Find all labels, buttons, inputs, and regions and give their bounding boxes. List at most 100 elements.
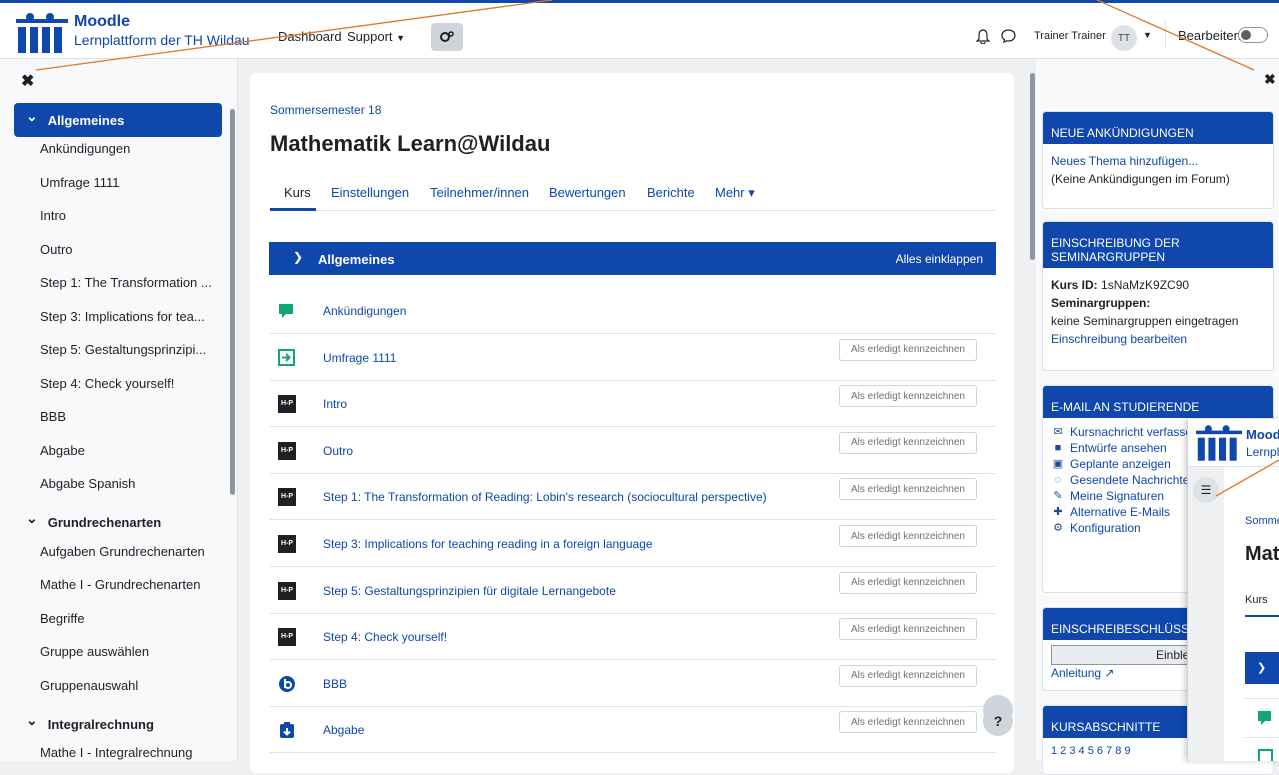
course-index-item[interactable]: Aufgaben Grundrechenarten: [40, 544, 205, 559]
chat-bubble-icon[interactable]: [1001, 29, 1016, 43]
assignment-icon[interactable]: [278, 721, 296, 739]
user-name[interactable]: Trainer Trainer: [1034, 30, 1106, 42]
nav-support[interactable]: Support ▼: [347, 29, 405, 44]
tab-teilnehmer-innen[interactable]: Teilnehmer/innen: [430, 185, 529, 200]
feedback-icon[interactable]: [278, 348, 296, 367]
breadcrumb[interactable]: Sommersemester 18: [1245, 515, 1279, 527]
h5p-icon[interactable]: H-P: [278, 535, 296, 553]
course-index-item[interactable]: BBB: [40, 409, 66, 424]
activity-link[interactable]: Outro: [323, 444, 353, 458]
course-index-item[interactable]: Step 3: Implications for tea...: [40, 309, 205, 324]
h5p-icon[interactable]: H-P: [278, 581, 296, 600]
bigbluebutton-icon[interactable]: [278, 675, 296, 693]
course-index-item[interactable]: Ankündigungen: [40, 141, 130, 156]
activity-link[interactable]: Umfrage 1111: [323, 351, 396, 365]
course-index-item[interactable]: Step 5: Gestaltungsprinzipi...: [40, 342, 206, 357]
bell-icon[interactable]: [976, 29, 990, 44]
course-index-item[interactable]: Step 4: Check yourself!: [40, 376, 174, 391]
activity-link[interactable]: Step 5: Gestaltungsprinzipien für digita…: [323, 584, 616, 598]
h5p-icon[interactable]: H-P: [278, 628, 296, 647]
add-topic-link[interactable]: Neues Thema hinzufügen...: [1051, 152, 1265, 170]
mark-done-button[interactable]: Als erledigt kennzeichnen: [839, 338, 977, 361]
close-drawer-icon[interactable]: ✖: [1264, 71, 1276, 88]
chevron-down-icon[interactable]: ⌄: [26, 108, 38, 125]
section-header[interactable]: ❯ Allgemeines Alles einklappen: [269, 242, 996, 275]
collapse-all-link[interactable]: Alles einklappen: [896, 252, 983, 266]
course-index-item[interactable]: Umfrage 1111: [40, 175, 120, 190]
tab-mehr[interactable]: Mehr ▾: [715, 185, 755, 201]
tab-bewertungen[interactable]: Bewertungen: [549, 185, 626, 200]
section-label: Integralrechnung: [47, 716, 154, 732]
course-index-section[interactable]: ⌄ Allgemeines: [14, 103, 222, 137]
h5p-icon[interactable]: H-P: [278, 488, 296, 507]
course-id-label: Kurs ID:: [1051, 278, 1098, 292]
tab-kurs[interactable]: Kurs: [284, 185, 311, 200]
instructions-link[interactable]: Anleitung: [1051, 666, 1101, 680]
activity-link[interactable]: Abgabe: [323, 723, 364, 737]
activity-link[interactable]: Ankündigungen: [323, 304, 406, 318]
user-avatar[interactable]: TT: [1111, 25, 1137, 51]
tab-kurs[interactable]: Kurs: [1245, 594, 1268, 606]
breadcrumb[interactable]: Sommersemester 18: [270, 103, 381, 117]
mark-done-button[interactable]: Als erledigt kennzeichnen: [839, 478, 977, 501]
course-index-item[interactable]: Abgabe Spanish: [40, 476, 135, 491]
nav-dashboard[interactable]: Dashboard: [278, 29, 342, 44]
email-link-label: Geplante anzeigen: [1070, 457, 1171, 471]
edit-mode-label: Bearbeiten: [1178, 28, 1241, 43]
h5p-icon[interactable]: H-P: [278, 441, 296, 460]
list-icon: ☰: [1200, 483, 1212, 497]
activity-link[interactable]: Step 3: Implications for teaching readin…: [323, 537, 653, 551]
activity-link[interactable]: Step 1: The Transformation of Reading: L…: [323, 490, 767, 504]
admin-gear-button[interactable]: [431, 23, 463, 51]
chevron-down-icon[interactable]: ⌄: [26, 510, 38, 527]
chevron-down-icon[interactable]: ▼: [1143, 30, 1152, 40]
email-link-label: Entwürfe ansehen: [1070, 441, 1167, 455]
brand-subtitle: Lernplattform: [1246, 445, 1279, 459]
course-index-item[interactable]: Mathe I - Grundrechenarten: [40, 577, 200, 592]
chevron-down-icon[interactable]: ❯: [293, 250, 303, 264]
activity-link[interactable]: Intro: [323, 397, 347, 411]
section-title[interactable]: Allgemeines: [318, 252, 395, 267]
scrollbar[interactable]: [230, 109, 235, 495]
course-index-item[interactable]: Gruppe auswählen: [40, 644, 149, 659]
mark-done-button[interactable]: Als erledigt kennzeichnen: [839, 385, 977, 408]
activity-link[interactable]: Step 4: Check yourself!: [323, 630, 447, 644]
course-index-section[interactable]: ⌄ Grundrechenarten: [14, 506, 222, 540]
course-index-item[interactable]: Gruppenauswahl: [40, 678, 138, 693]
help-button[interactable]: ?: [983, 706, 1013, 736]
tab-berichte[interactable]: Berichte: [647, 185, 695, 200]
mark-done-button[interactable]: Als erledigt kennzeichnen: [839, 711, 977, 734]
course-index-item[interactable]: Step 1: The Transformation ...: [40, 275, 212, 290]
activity-row: H-P Step 5: Gestaltungsprinzipien für dig…: [270, 568, 996, 614]
mark-done-button[interactable]: Als erledigt kennzeichnen: [839, 664, 977, 687]
mark-done-button[interactable]: Als erledigt kennzeichnen: [839, 525, 977, 547]
mark-done-button[interactable]: Als erledigt kennzeichnen: [839, 431, 977, 454]
th-wildau-logo[interactable]: [16, 13, 68, 53]
course-index-item[interactable]: Outro: [40, 242, 73, 257]
tab-einstellungen[interactable]: Einstellungen: [331, 185, 409, 200]
gears-icon: [440, 31, 454, 42]
course-id-value: 1sNaMzK9ZC90: [1101, 278, 1190, 292]
scrollbar[interactable]: [1030, 73, 1035, 260]
course-index-item[interactable]: Abgabe: [40, 443, 85, 458]
course-index-item[interactable]: Begriffe: [40, 611, 85, 626]
edit-mode-toggle[interactable]: [1238, 27, 1268, 43]
brand-subtitle[interactable]: Lernplattform der TH Wildau: [74, 32, 250, 48]
brand-name[interactable]: Moodle: [74, 13, 130, 31]
mark-done-button[interactable]: Als erledigt kennzeichnen: [839, 618, 977, 641]
chevron-down-icon: ▼: [396, 33, 406, 43]
section-header[interactable]: ❯: [1245, 652, 1279, 684]
course-index-section[interactable]: ⌄ Integralrechnung: [14, 707, 222, 741]
course-index-toggle[interactable]: ☰: [1193, 477, 1219, 503]
edit-enrolment-link[interactable]: Einschreibung bearbeiten: [1051, 330, 1265, 348]
chat-bubble-icon: ◌: [1054, 474, 1062, 486]
forum-icon[interactable]: [278, 302, 296, 320]
h5p-icon[interactable]: H-P: [278, 395, 296, 414]
activity-link[interactable]: BBB: [323, 677, 347, 691]
activity-row: Umfrage 1111 Als erledigt kennzeichnen: [270, 335, 996, 381]
close-drawer-icon[interactable]: ✖: [21, 71, 34, 91]
course-index-item[interactable]: Mathe I - Integralrechnung: [40, 745, 192, 760]
mark-done-button[interactable]: Als erledigt kennzeichnen: [839, 571, 977, 594]
course-index-item[interactable]: Intro: [40, 208, 66, 223]
chevron-down-icon[interactable]: ⌄: [26, 712, 38, 729]
